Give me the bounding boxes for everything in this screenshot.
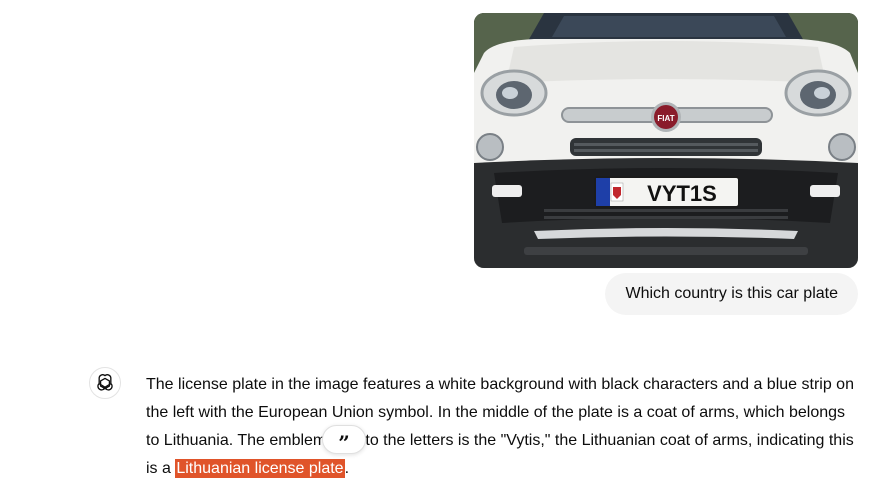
highlighted-selection[interactable]: Lithuanian license plate (175, 459, 345, 478)
uploaded-car-image[interactable]: FIAT VYT1S (474, 13, 858, 268)
openai-logo-icon (97, 374, 113, 391)
assistant-text-end: . (344, 460, 350, 477)
user-message-bubble: Which country is this car plate (605, 273, 858, 315)
assistant-avatar (89, 367, 121, 399)
car-brand-badge: FIAT (657, 114, 674, 123)
quote-icon: ” (338, 430, 350, 455)
car-photo: FIAT VYT1S (474, 13, 858, 268)
assistant-message-text: The license plate in the image features … (146, 371, 858, 483)
quote-reply-button[interactable]: ” (322, 425, 366, 454)
chat-page: FIAT VYT1S Which country is this car pla… (0, 0, 893, 499)
license-plate-text: VYT1S (647, 181, 717, 206)
user-message-text: Which country is this car plate (625, 285, 838, 302)
